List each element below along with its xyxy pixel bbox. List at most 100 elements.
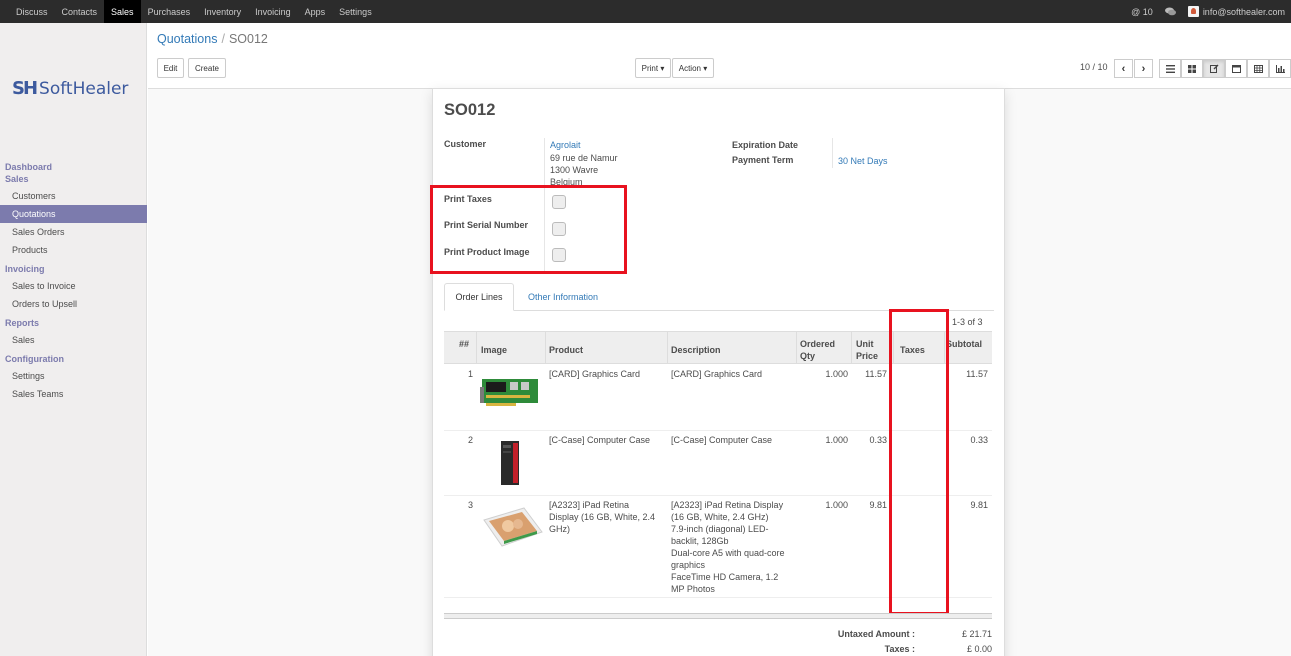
top-menu-settings[interactable]: Settings [332,0,379,23]
customer-address-line2: 1300 Wavre [550,165,599,175]
row-description[interactable]: [A2323] iPad Retina Display (16 GB, White… [671,499,793,595]
description-text-line: (16 GB, White, 2.4 GHz) [671,512,769,522]
row-subtotal: 0.33 [970,435,988,445]
col-header-description[interactable]: Description [671,344,721,356]
row-ordered-qty[interactable]: 1.000 [800,368,848,380]
customer-address-line1: 69 rue de Namur [550,153,618,163]
row-number: 3 [467,500,473,510]
action-dropdown[interactable]: Action ▾ [672,58,714,78]
record-count: 1-3 of 3 [952,317,983,327]
row-subtotal: 9.81 [970,500,988,510]
row-description[interactable]: [C-Case] Computer Case [671,434,793,446]
messages-count: 10 [1142,6,1153,17]
description-text-line: [CARD] Graphics Card [671,369,763,379]
col-header-product[interactable]: Product [549,344,583,356]
messages-indicator[interactable]: @ 10 [1131,7,1153,17]
product-text-line: [CARD] Graphics Card [549,369,641,379]
top-menu-contacts[interactable]: Contacts [55,0,105,23]
sidebar-section-dashboard[interactable]: Dashboard [0,161,147,173]
chat-icon[interactable] [1164,7,1176,16]
top-menu-purchases[interactable]: Purchases [141,0,198,23]
sidebar-section-sales[interactable]: Sales [0,173,147,185]
row-product[interactable]: [A2323] iPad Retina Display (16 GB, White… [549,499,665,535]
graphics-card-image [480,373,540,414]
kanban-view-button[interactable] [1181,59,1203,78]
create-button[interactable]: Create [188,58,226,78]
field-divider [832,138,833,168]
product-text-line: [A2323] iPad Retina [549,500,630,510]
computer-case-image [495,439,525,490]
sidebar-section-reports[interactable]: Reports [0,317,147,329]
row-ordered-qty[interactable]: 1.000 [800,499,848,511]
col-header-number[interactable]: ## [459,338,469,350]
at-icon: @ [1131,6,1143,17]
bar-chart-icon [1275,64,1285,73]
row-product[interactable]: [CARD] Graphics Card [549,368,665,380]
tab-other-information[interactable]: Other Information [518,283,608,311]
description-text-line: [C-Case] Computer Case [671,435,773,445]
calendar-view-button[interactable] [1225,59,1247,78]
breadcrumb: Quotations / SO012 [157,32,268,46]
form-view-button[interactable] [1203,59,1225,78]
row-ordered-qty[interactable]: 1.000 [800,434,848,446]
graph-view-button[interactable] [1269,59,1291,78]
description-text-line: backlit, 128Gb [671,536,729,546]
edit-form-icon [1209,64,1218,73]
pager-prev-button[interactable]: ‹ [1114,59,1133,78]
sidebar-item-products[interactable]: Products [0,241,147,259]
list-icon [1165,64,1175,73]
pivot-view-button[interactable] [1247,59,1269,78]
sidebar-item-quotations[interactable]: Quotations [0,205,147,223]
top-menu-inventory[interactable]: Inventory [197,0,248,23]
sidebar-nav: Dashboard Sales Customers Quotations Sales O… [0,161,147,403]
top-menu-apps[interactable]: Apps [298,0,333,23]
breadcrumb-current: SO012 [228,32,268,46]
pager-value[interactable]: 10 / 10 [1080,62,1108,72]
top-menu-sales[interactable]: Sales [104,0,141,23]
description-text-line: MP Photos [671,584,715,594]
logo-text: SoftHealer [39,78,129,99]
sidebar-item-sales-to-invoice[interactable]: Sales to Invoice [0,277,147,295]
edit-button[interactable]: Edit [157,58,184,78]
sidebar-item-orders-to-upsell[interactable]: Orders to Upsell [0,295,147,313]
description-text-line: Dual-core A5 with quad-core [671,548,785,558]
list-view-button[interactable] [1159,59,1181,78]
kanban-icon [1188,64,1196,73]
print-dropdown[interactable]: Print ▾ [635,58,671,78]
row-number: 1 [467,369,473,379]
pager-next-button[interactable]: › [1134,59,1153,78]
sidebar-item-sales[interactable]: Sales [0,331,147,349]
order-title: SO012 [444,101,496,119]
row-description[interactable]: [CARD] Graphics Card [671,368,793,380]
expiration-date-label: Expiration Date [732,140,799,150]
topbar-right: @ 10 info@softhealer.com [1119,0,1285,23]
top-menu-invoicing[interactable]: Invoicing [248,0,298,23]
sidebar-section-configuration[interactable]: Configuration [0,353,147,365]
sidebar-item-sales-teams[interactable]: Sales Teams [0,385,147,403]
col-header-ordered-qty[interactable]: Ordered Qty [800,338,835,362]
sidebar-item-settings[interactable]: Settings [0,367,147,385]
chevron-right-icon: › [1141,62,1146,75]
row-subtotal: 11.57 [966,369,988,379]
breadcrumb-quotations[interactable]: Quotations [157,32,217,46]
col-header-qty-line1: Ordered [800,339,836,349]
sidebar-section-invoicing[interactable]: Invoicing [0,263,147,275]
row-product[interactable]: [C-Case] Computer Case [549,434,665,446]
top-menu: Discuss Contacts Sales Purchases Inventory In… [0,0,379,23]
sidebar: SH SoftHealer Dashboard Sales Customers Quo… [0,23,147,656]
customer-link[interactable]: Agrolait [550,140,581,150]
sidebar-item-customers[interactable]: Customers [0,187,147,205]
row-unit-price[interactable]: 11.57 [855,368,887,380]
row-unit-price[interactable]: 0.33 [855,434,887,446]
col-header-image[interactable]: Image [481,344,507,356]
taxes-total-value: £ 0.00 [966,644,992,654]
top-menu-discuss[interactable]: Discuss [9,0,55,23]
payment-term-value[interactable]: 30 Net Days [838,156,888,166]
row-unit-price[interactable]: 9.81 [855,499,887,511]
top-navbar: Discuss Contacts Sales Purchases Inventory In… [0,0,1291,23]
user-menu[interactable]: info@softhealer.com [1187,6,1285,17]
col-header-subtotal[interactable]: Subtotal [946,338,982,350]
col-header-unit-price[interactable]: Unit Price [856,338,878,362]
tab-order-lines[interactable]: Order Lines [444,283,514,311]
sidebar-item-sales-orders[interactable]: Sales Orders [0,223,147,241]
